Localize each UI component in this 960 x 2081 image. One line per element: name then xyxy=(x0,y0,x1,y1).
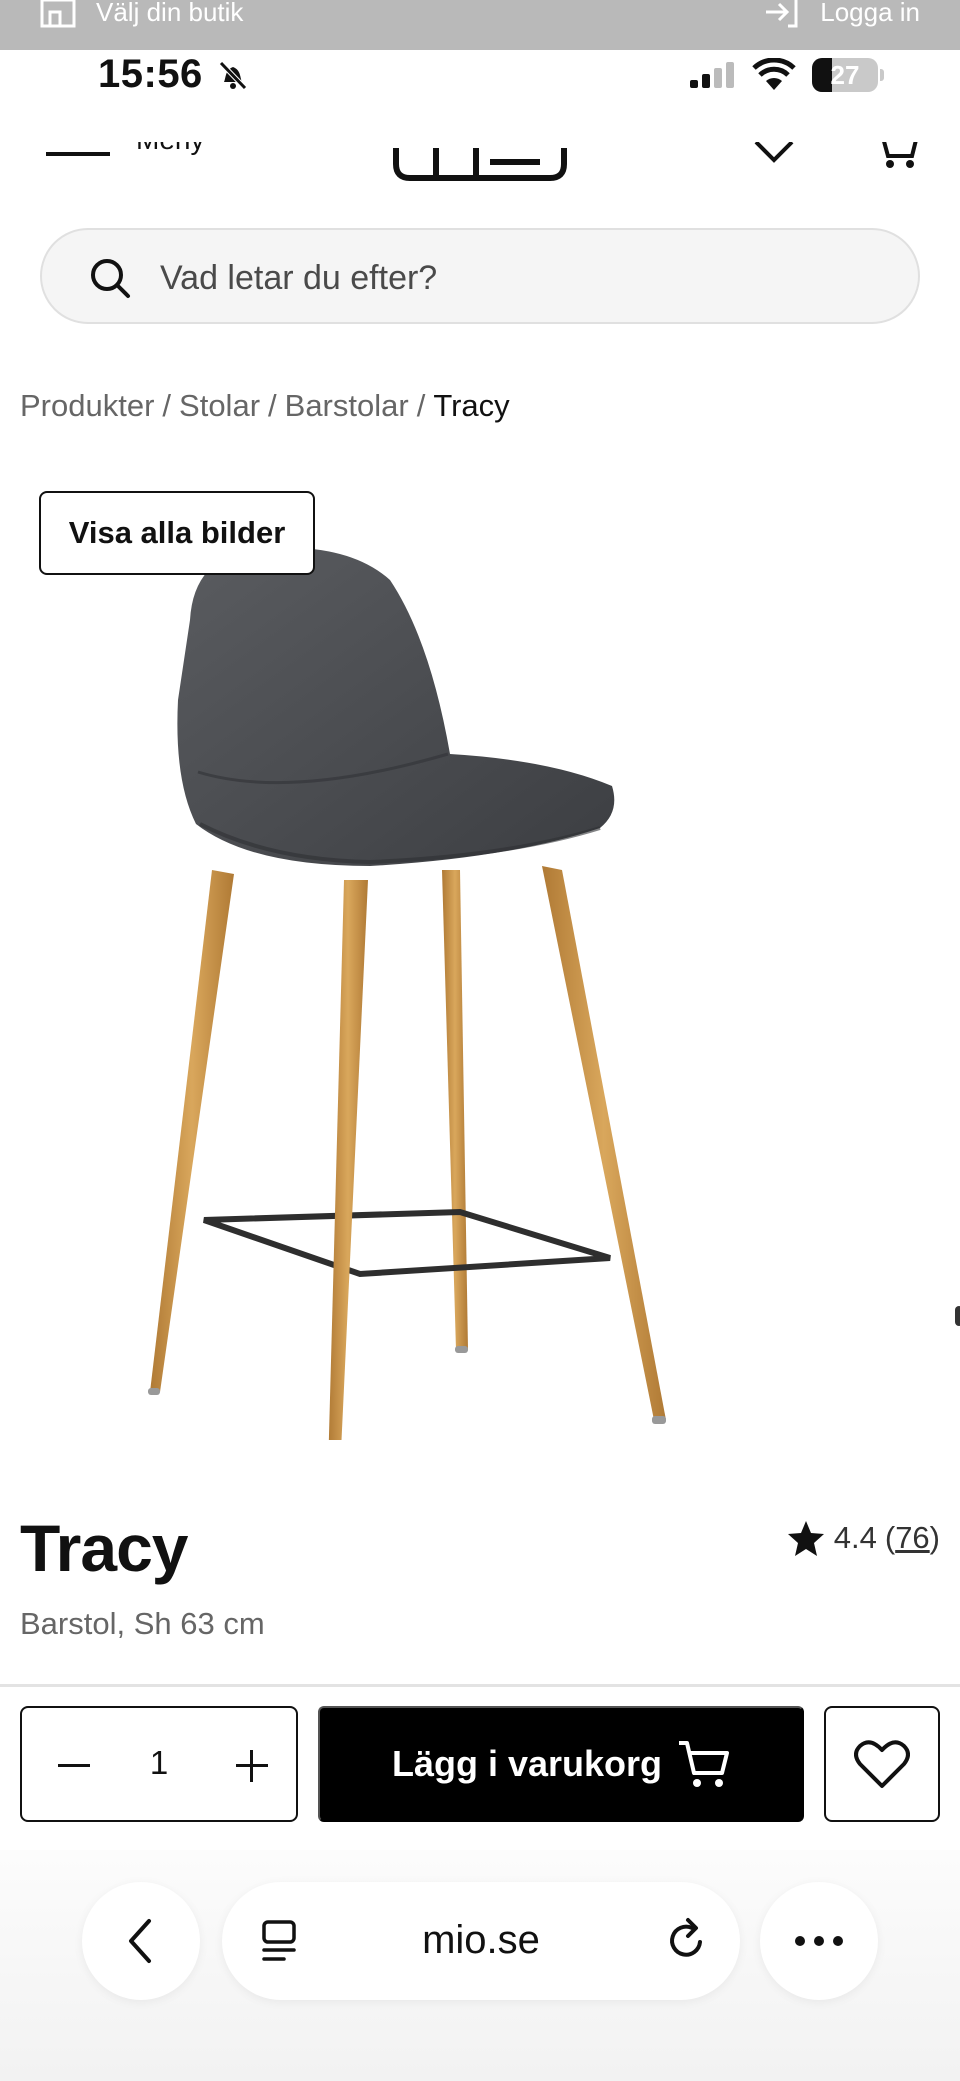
mio-logo[interactable] xyxy=(390,142,570,182)
review-count[interactable]: 76 xyxy=(895,1520,929,1555)
battery-indicator: 27 xyxy=(812,58,884,92)
star-icon xyxy=(787,1521,824,1556)
review-count-wrapper[interactable]: (76) xyxy=(885,1520,940,1556)
breadcrumb: Produkter / Stolar / Barstolar / Tracy xyxy=(20,388,510,424)
browser-toolbar: mio.se xyxy=(0,1850,960,2081)
more-dot-icon xyxy=(833,1936,843,1946)
cellular-signal-icon xyxy=(690,62,734,88)
browser-address-bar[interactable]: mio.se xyxy=(222,1882,740,2000)
rating-value: 4.4 xyxy=(833,1520,877,1555)
more-options-button[interactable] xyxy=(760,1882,878,2000)
search-icon xyxy=(91,259,130,298)
wifi-icon xyxy=(752,58,796,90)
breadcrumb-stolar[interactable]: Stolar xyxy=(179,388,260,424)
menu-label[interactable]: Meny xyxy=(136,142,204,156)
breadcrumb-separator: / xyxy=(268,388,277,423)
battery-level: 27 xyxy=(830,60,860,90)
product-rating[interactable]: 4.4 (76) xyxy=(786,1518,940,1558)
more-dot-icon xyxy=(814,1936,824,1946)
product-subtitle: Barstol, Sh 63 cm xyxy=(20,1606,265,1641)
site-header: Meny xyxy=(0,142,960,202)
chevron-down-icon[interactable] xyxy=(752,142,796,168)
add-to-cart-button[interactable]: Lägg i varukorg xyxy=(318,1706,804,1822)
menu-icon[interactable] xyxy=(46,152,110,156)
heart-icon xyxy=(854,1740,910,1788)
search-input[interactable] xyxy=(160,250,860,306)
cart-icon[interactable] xyxy=(872,142,918,170)
divider xyxy=(0,1684,960,1687)
choose-store-label: Välj din butik xyxy=(96,0,244,27)
wishlist-button[interactable] xyxy=(824,1706,940,1822)
quantity-stepper[interactable]: 1 xyxy=(20,1706,298,1822)
store-icon xyxy=(40,0,76,28)
breadcrumb-produkter[interactable]: Produkter xyxy=(20,388,154,424)
chevron-left-icon xyxy=(129,1919,151,1963)
silent-bell-icon xyxy=(219,61,247,90)
product-title: Tracy xyxy=(20,1511,188,1585)
login-label: Logga in xyxy=(820,0,920,27)
breadcrumb-barstolar[interactable]: Barstolar xyxy=(285,388,409,424)
reload-icon[interactable] xyxy=(662,1916,710,1964)
product-image-gallery[interactable]: Visa alla bilder xyxy=(0,470,960,1440)
breadcrumb-separator: / xyxy=(416,388,426,423)
next-image-indicator[interactable] xyxy=(955,1306,960,1326)
breadcrumb-separator: / xyxy=(162,388,172,423)
choose-store-link[interactable]: Välj din butik xyxy=(38,0,243,32)
more-dot-icon xyxy=(795,1936,805,1946)
cart-icon xyxy=(679,1741,730,1787)
login-icon xyxy=(766,0,798,28)
browser-back-button[interactable] xyxy=(82,1882,200,2000)
search-bar[interactable] xyxy=(40,228,920,324)
breadcrumb-current: Tracy xyxy=(433,388,510,423)
status-bar: 15:56 27 xyxy=(0,50,960,142)
show-all-images-button[interactable]: Visa alla bilder xyxy=(39,491,315,575)
add-to-cart-label: Lägg i varukorg xyxy=(391,1743,663,1784)
plus-icon-vertical xyxy=(250,1750,253,1782)
login-link[interactable]: Logga in xyxy=(762,0,920,32)
product-image-bar-stool[interactable] xyxy=(130,540,690,1440)
store-strip: Välj din butik Logga in xyxy=(0,0,960,50)
status-time: 15:56 xyxy=(98,52,203,96)
